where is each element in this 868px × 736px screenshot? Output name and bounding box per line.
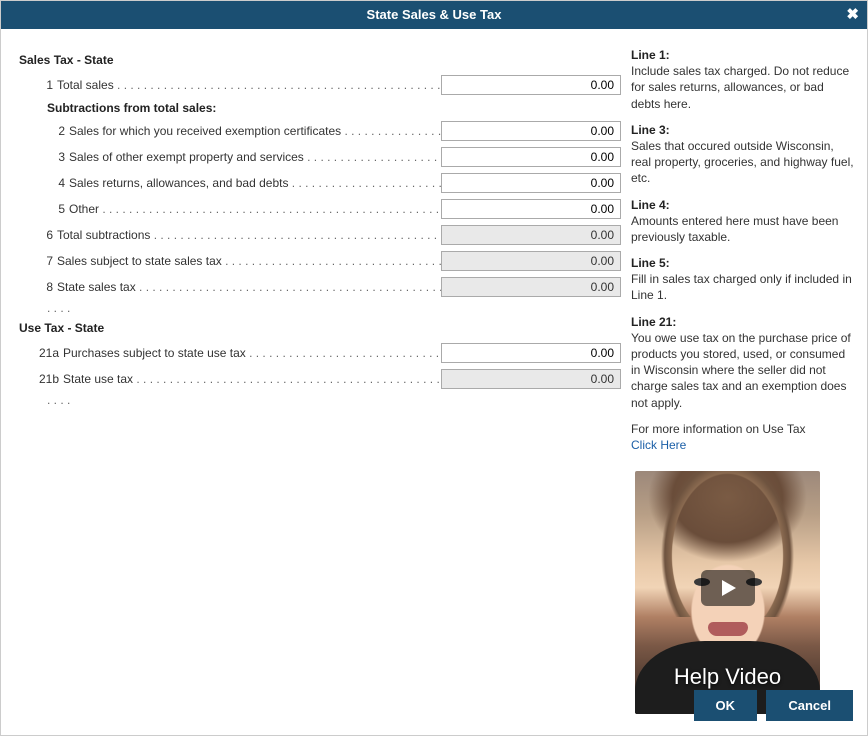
row-returns-allowances: 4Sales returns, allowances, and bad debt… [19,171,621,195]
dialog-footer: OK Cancel [688,690,853,721]
output-total-subtractions [441,225,621,245]
row-exemption-certs: 2Sales for which you received exemption … [19,119,621,143]
cancel-button[interactable]: Cancel [766,690,853,721]
input-other-exempt[interactable] [441,147,621,167]
row-total-subtractions: 6Total subtractions [19,223,621,247]
input-other-subtraction[interactable] [441,199,621,219]
use-tax-info-link[interactable]: Click Here [631,438,686,452]
label-state-use-tax: State use tax [63,372,133,386]
use-tax-heading: Use Tax - State [19,321,621,335]
label-returns-allowances: Sales returns, allowances, and bad debts [69,176,288,190]
row-state-sales-tax: 8State sales tax [19,275,621,299]
help-more-info: For more information on Use Tax Click He… [631,421,855,453]
row-purchases-subject: 21aPurchases subject to state use tax [19,341,621,365]
label-other-subtraction: Other [69,202,99,216]
help-line4: Line 4: Amounts entered here must have b… [631,197,855,246]
help-video-thumbnail[interactable]: Help Video CC ⛶ [635,471,820,714]
state-sales-use-tax-dialog: State Sales & Use Tax ✖ Sales Tax - Stat… [0,0,868,736]
label-total-subtractions: Total subtractions [57,228,150,242]
row-state-use-tax: 21bState use tax [19,367,621,391]
help-line5: Line 5: Fill in sales tax charged only i… [631,255,855,304]
help-line1: Line 1: Include sales tax charged. Do no… [631,47,855,112]
label-state-sales-tax: State sales tax [57,280,136,294]
row-other-subtraction: 5Other [19,197,621,221]
decorative-dots: . . . . [19,301,621,315]
help-video-caption: Help Video [635,664,820,690]
help-line3: Line 3: Sales that occured outside Wisco… [631,122,855,187]
output-state-sales-tax [441,277,621,297]
output-state-use-tax [441,369,621,389]
row-total-sales: 1Total sales [19,73,621,97]
input-returns-allowances[interactable] [441,173,621,193]
dialog-titlebar: State Sales & Use Tax ✖ [1,1,867,29]
label-other-exempt: Sales of other exempt property and servi… [69,150,304,164]
sales-tax-heading: Sales Tax - State [19,53,621,67]
row-other-exempt: 3Sales of other exempt property and serv… [19,145,621,169]
subtractions-heading: Subtractions from total sales: [47,101,621,115]
label-purchases-subject: Purchases subject to state use tax [63,346,246,360]
help-panel: Line 1: Include sales tax charged. Do no… [621,47,855,714]
decorative-dots2: . . . . [19,393,621,407]
label-sales-subject: Sales subject to state sales tax [57,254,222,268]
label-exemption-certs: Sales for which you received exemption c… [69,124,341,138]
dialog-title: State Sales & Use Tax [367,7,502,22]
close-icon[interactable]: ✖ [846,1,859,29]
input-exemption-certs[interactable] [441,121,621,141]
label-total-sales: Total sales [57,78,114,92]
output-sales-subject [441,251,621,271]
input-purchases-subject[interactable] [441,343,621,363]
ok-button[interactable]: OK [694,690,758,721]
row-sales-subject: 7Sales subject to state sales tax [19,249,621,273]
form-area: Sales Tax - State 1Total sales Subtracti… [19,47,621,714]
play-icon[interactable] [701,570,755,606]
input-total-sales[interactable] [441,75,621,95]
help-line21: Line 21: You owe use tax on the purchase… [631,314,855,411]
